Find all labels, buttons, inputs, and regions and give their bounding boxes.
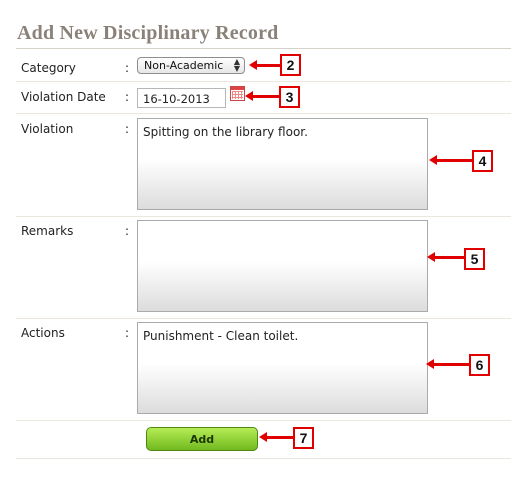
violation-date-label: Violation Date: [21, 90, 106, 104]
annotation-marker-4: 4: [472, 150, 493, 172]
marker-arrow-6: [426, 359, 469, 369]
actions-label: Actions: [21, 326, 65, 340]
remarks-textarea[interactable]: [137, 220, 428, 312]
actions-colon: :: [125, 326, 130, 340]
category-label: Category: [21, 61, 76, 75]
marker-arrow-4: [429, 155, 472, 165]
violation-date-input[interactable]: 16-10-2013: [137, 88, 226, 108]
add-button[interactable]: Add: [146, 427, 258, 451]
annotation-marker-6: 6: [469, 354, 490, 376]
category-colon: :: [125, 61, 130, 75]
form-title: Add New Disciplinary Record: [17, 22, 279, 44]
select-arrows-icon: ▲ ▼: [233, 57, 240, 73]
title-divider: [16, 48, 511, 49]
marker-arrow-7: [259, 432, 293, 442]
calendar-icon[interactable]: [230, 86, 245, 101]
violation-textarea[interactable]: Spitting on the library floor.: [137, 118, 428, 210]
annotation-marker-3: 3: [279, 86, 300, 108]
calendar-icon-header: [231, 87, 244, 90]
category-value: Non-Academic: [144, 59, 224, 72]
row-divider: [16, 216, 511, 217]
marker-arrow-5: [427, 252, 464, 262]
annotation-marker-5: 5: [464, 248, 485, 270]
annotation-marker-7: 7: [293, 427, 314, 449]
remarks-colon: :: [125, 224, 130, 238]
marker-arrow-2: [249, 60, 280, 70]
annotation-marker-2: 2: [280, 54, 301, 76]
calendar-icon-grid: [232, 91, 243, 99]
row-divider: [16, 458, 511, 459]
remarks-label: Remarks: [21, 224, 74, 238]
actions-textarea[interactable]: Punishment - Clean toilet.: [137, 322, 428, 414]
violation-date-colon: :: [125, 90, 130, 104]
violation-colon: :: [125, 122, 130, 136]
violation-label: Violation: [21, 122, 74, 136]
row-divider: [16, 81, 511, 82]
row-divider: [16, 113, 511, 114]
row-divider: [16, 420, 511, 421]
marker-arrow-3: [245, 91, 279, 101]
category-select[interactable]: Non-Academic ▲ ▼: [137, 57, 245, 74]
row-divider: [16, 318, 511, 319]
